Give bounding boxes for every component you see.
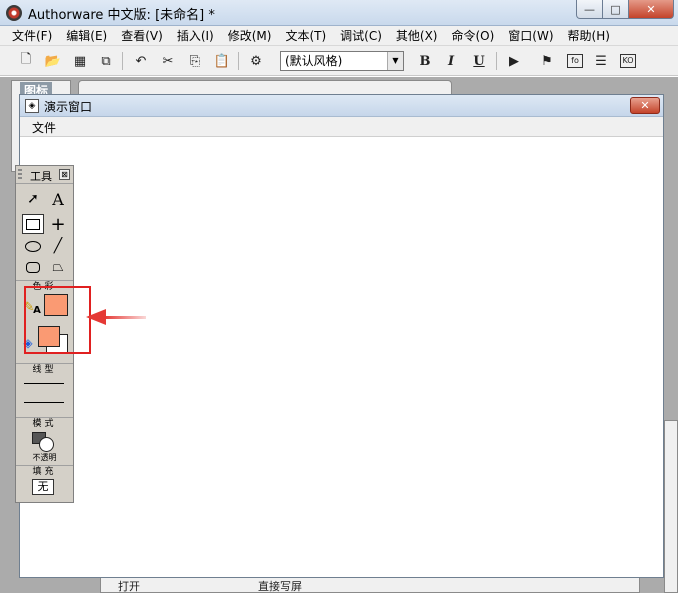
paste-icon[interactable]: 📋 bbox=[212, 51, 232, 71]
menu-file[interactable]: 文件(F) bbox=[6, 26, 60, 46]
mode-value: 不透明 bbox=[32, 453, 57, 462]
menu-command[interactable]: 命令(O) bbox=[445, 26, 502, 46]
mode-circle-shape bbox=[39, 437, 54, 452]
find-icon[interactable]: ⚙ bbox=[246, 51, 266, 71]
import-icon[interactable]: ⧉ bbox=[96, 51, 116, 71]
menu-bar: 文件(F) 编辑(E) 查看(V) 插入(I) 修改(M) 文本(T) 调试(C… bbox=[0, 26, 678, 46]
presentation-window-icon: ◈ bbox=[25, 99, 39, 113]
functions-button[interactable]: fo bbox=[565, 51, 585, 71]
bold-button[interactable]: B bbox=[415, 51, 435, 71]
menu-window[interactable]: 窗口(W) bbox=[502, 26, 561, 46]
presentation-menu-file[interactable]: 文件 bbox=[32, 119, 56, 136]
background-panel-right bbox=[664, 420, 678, 593]
toolbar-separator bbox=[238, 52, 239, 70]
style-select[interactable]: (默认风格) ▼ bbox=[280, 51, 404, 71]
grip-handle-icon[interactable] bbox=[18, 169, 22, 181]
line-tool-icon[interactable]: ╱ bbox=[47, 236, 69, 256]
close-button[interactable]: ✕ bbox=[628, 0, 674, 19]
rectangle-tool-icon[interactable] bbox=[22, 214, 44, 234]
run-from-flag-icon[interactable]: ⚑ bbox=[537, 51, 557, 71]
menu-edit[interactable]: 编辑(E) bbox=[60, 26, 115, 46]
functions-label: fo bbox=[567, 54, 583, 68]
maximize-button[interactable]: □ bbox=[602, 0, 629, 19]
chevron-down-icon[interactable]: ▼ bbox=[387, 52, 403, 70]
menu-view[interactable]: 查看(V) bbox=[115, 26, 171, 46]
crosshair-tool-icon[interactable]: + bbox=[47, 214, 69, 235]
menu-insert[interactable]: 插入(I) bbox=[171, 26, 222, 46]
rounded-rectangle-tool-icon[interactable] bbox=[22, 257, 44, 277]
cut-icon[interactable]: ✂ bbox=[158, 51, 178, 71]
toolbar-separator bbox=[496, 52, 497, 70]
rounded-rectangle-shape bbox=[26, 261, 40, 273]
menu-text[interactable]: 文本(T) bbox=[279, 26, 334, 46]
underline-button[interactable]: U bbox=[469, 51, 489, 71]
save-all-icon[interactable]: ▦ bbox=[70, 51, 90, 71]
annotation-arrow-shaft bbox=[104, 316, 146, 319]
variables-icon[interactable]: ☰ bbox=[591, 51, 611, 71]
tools-palette-header[interactable]: 工具 ⊠ bbox=[16, 166, 73, 184]
presentation-title: 演示窗口 bbox=[44, 100, 93, 114]
fill-value-button[interactable]: 无 bbox=[32, 479, 54, 495]
tools-palette-close-button[interactable]: ⊠ bbox=[59, 169, 70, 180]
open-button[interactable]: 打开 bbox=[118, 578, 140, 593]
direct-to-screen-option[interactable]: 直接写屏 bbox=[258, 578, 302, 593]
line-style-label: 线型 bbox=[16, 363, 73, 375]
ellipse-tool-icon[interactable] bbox=[22, 236, 44, 256]
menu-help[interactable]: 帮助(H) bbox=[562, 26, 618, 46]
knowledge-objects-button[interactable]: KO bbox=[618, 51, 638, 71]
style-select-value: (默认风格) bbox=[285, 54, 343, 68]
presentation-window: ◈ 演示窗口 ✕ 文件 bbox=[19, 94, 664, 578]
presentation-close-button[interactable]: ✕ bbox=[630, 97, 660, 114]
copy-icon[interactable]: ⎘ bbox=[185, 51, 205, 71]
open-folder-icon[interactable]: 📂 bbox=[43, 51, 63, 71]
knowledge-objects-label: KO bbox=[620, 54, 636, 68]
presentation-title-bar: ◈ 演示窗口 ✕ bbox=[20, 95, 663, 117]
minimize-button[interactable]: — bbox=[576, 0, 603, 19]
opaque-mode-icon[interactable] bbox=[32, 432, 54, 452]
title-bar: Authorware 中文版: [未命名] * — □ ✕ bbox=[0, 0, 678, 26]
line-style-thin[interactable] bbox=[24, 383, 64, 384]
toolbar-separator bbox=[122, 52, 123, 70]
presentation-menu-bar: 文件 bbox=[20, 117, 663, 137]
fill-section-label: 填充 bbox=[16, 465, 73, 477]
annotation-arrow-head bbox=[86, 309, 106, 325]
toolbar: 🗋 📂 ▦ ⧉ ↶ ✂ ⎘ 📋 ⚙ (默认风格) ▼ B I U ▶ ⚑ fo … bbox=[0, 46, 678, 76]
rectangle-shape bbox=[26, 218, 40, 230]
menu-other[interactable]: 其他(X) bbox=[390, 26, 446, 46]
line-style-thin-2[interactable] bbox=[24, 402, 64, 403]
text-tool[interactable]: A bbox=[47, 189, 69, 209]
mode-section-label: 模式 bbox=[16, 417, 73, 429]
tools-palette-title: 工具 bbox=[30, 170, 52, 183]
menu-modify[interactable]: 修改(M) bbox=[222, 26, 280, 46]
polygon-tool-icon[interactable]: ⏢ bbox=[47, 257, 69, 277]
menu-debug[interactable]: 调试(C) bbox=[334, 26, 390, 46]
new-file-icon[interactable]: 🗋 bbox=[16, 51, 36, 71]
italic-button[interactable]: I bbox=[441, 51, 461, 71]
window-title: Authorware 中文版: [未命名] * bbox=[28, 8, 215, 23]
app-icon bbox=[6, 5, 22, 21]
undo-icon[interactable]: ↶ bbox=[131, 51, 151, 71]
pointer-tool-icon[interactable]: ➚ bbox=[22, 189, 44, 209]
ellipse-shape bbox=[25, 240, 41, 252]
color-highlight-box bbox=[24, 286, 91, 354]
restart-icon[interactable]: ▶ bbox=[504, 51, 524, 71]
properties-panel-strip bbox=[100, 577, 640, 593]
